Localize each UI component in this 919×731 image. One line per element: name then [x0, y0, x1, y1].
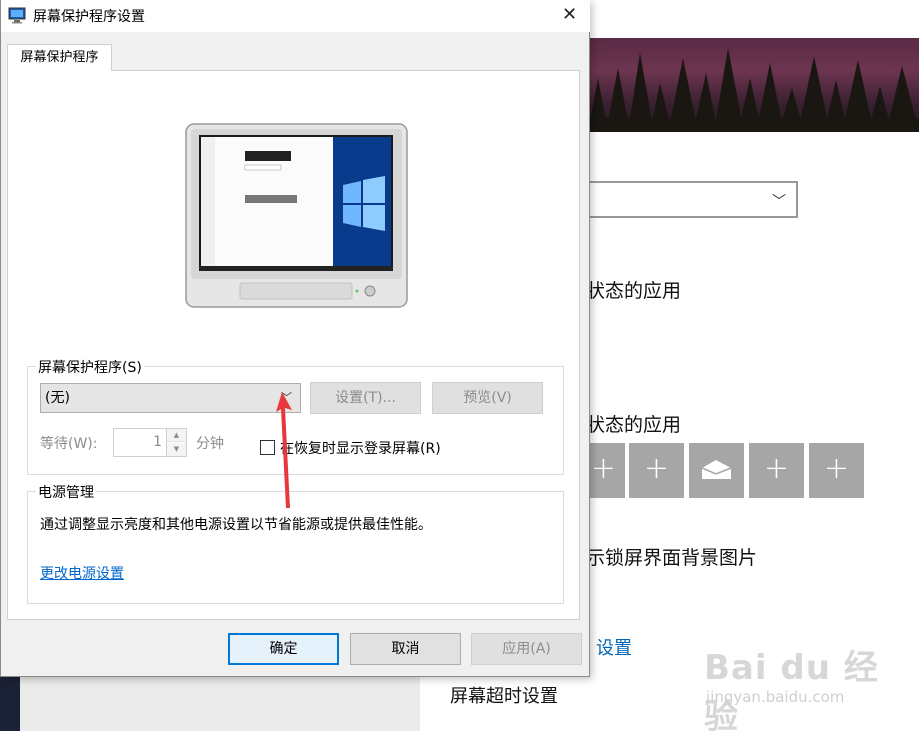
settings-button[interactable]: 设置(T)...: [310, 382, 421, 414]
screensaver-select-value: (无): [45, 390, 70, 406]
detail-status-app-label: 状态的应用: [586, 280, 682, 302]
cancel-button[interactable]: 取消: [350, 633, 461, 665]
tab-screensaver[interactable]: 屏幕保护程序: [7, 44, 112, 71]
add-app-tile[interactable]: +: [809, 443, 864, 498]
power-group-title: 电源管理: [36, 482, 96, 502]
monitor-icon: [8, 7, 26, 24]
title-bar[interactable]: 屏幕保护程序设置 ✕: [1, 0, 590, 32]
apply-button[interactable]: 应用(A): [471, 633, 582, 665]
stepper-buttons: ▲ ▼: [166, 429, 186, 456]
power-description: 通过调整显示亮度和其他电源设置以节省能源或提供最佳性能。: [40, 517, 432, 533]
screen-timeout-link[interactable]: 屏幕超时设置: [450, 682, 558, 708]
wait-value[interactable]: 1: [114, 429, 166, 456]
watermark: Bai du 经验 jingyan.baidu.com: [700, 630, 900, 731]
add-app-tile[interactable]: +: [629, 443, 684, 498]
stepper-up-icon[interactable]: ▲: [167, 429, 186, 442]
change-power-settings-link[interactable]: 更改电源设置: [40, 563, 124, 583]
close-button[interactable]: ✕: [549, 0, 590, 32]
stepper-down-icon[interactable]: ▼: [167, 443, 186, 456]
wait-stepper[interactable]: 1 ▲ ▼: [113, 428, 187, 457]
ok-button[interactable]: 确定: [228, 633, 339, 665]
red-arrow-annotation: [276, 392, 292, 508]
show-background-label: 示锁屏界面背景图片: [586, 547, 758, 569]
mail-icon: [701, 460, 732, 479]
add-app-tile[interactable]: +: [749, 443, 804, 498]
watermark-url: jingyan.baidu.com: [706, 688, 845, 706]
screensaver-select[interactable]: (无) ﹀: [40, 383, 301, 413]
wait-label: 等待(W):: [40, 436, 98, 452]
chevron-down-icon: ﹀: [772, 194, 786, 210]
sidebar-edge: [0, 677, 20, 731]
background-dropdown[interactable]: ﹀: [560, 181, 798, 218]
quick-status-app-label: 状态的应用: [586, 414, 682, 436]
sidebar-panel: [20, 677, 420, 731]
lock-screen-preview-image: [588, 38, 919, 132]
monitor-preview: [185, 123, 408, 308]
watermark-logo: Bai du 经验: [704, 648, 879, 731]
preview-button[interactable]: 预览(V): [432, 382, 543, 414]
mail-app-tile[interactable]: [689, 443, 744, 498]
screensaver-settings-link[interactable]: 设置: [596, 634, 632, 660]
wait-unit: 分钟: [196, 436, 224, 452]
screensaver-group-title: 屏幕保护程序(S): [36, 357, 144, 377]
dialog-title: 屏幕保护程序设置: [33, 9, 145, 25]
tab-panel: 屏幕保护程序(S) (无) ﹀ 设置(T)... 预览(V) 等待(W): 1 …: [7, 70, 580, 620]
screensaver-settings-dialog: 屏幕保护程序设置 ✕ 屏幕保护程序 屏幕保护程序(S) (无) ﹀ 设置(T).…: [0, 0, 590, 677]
